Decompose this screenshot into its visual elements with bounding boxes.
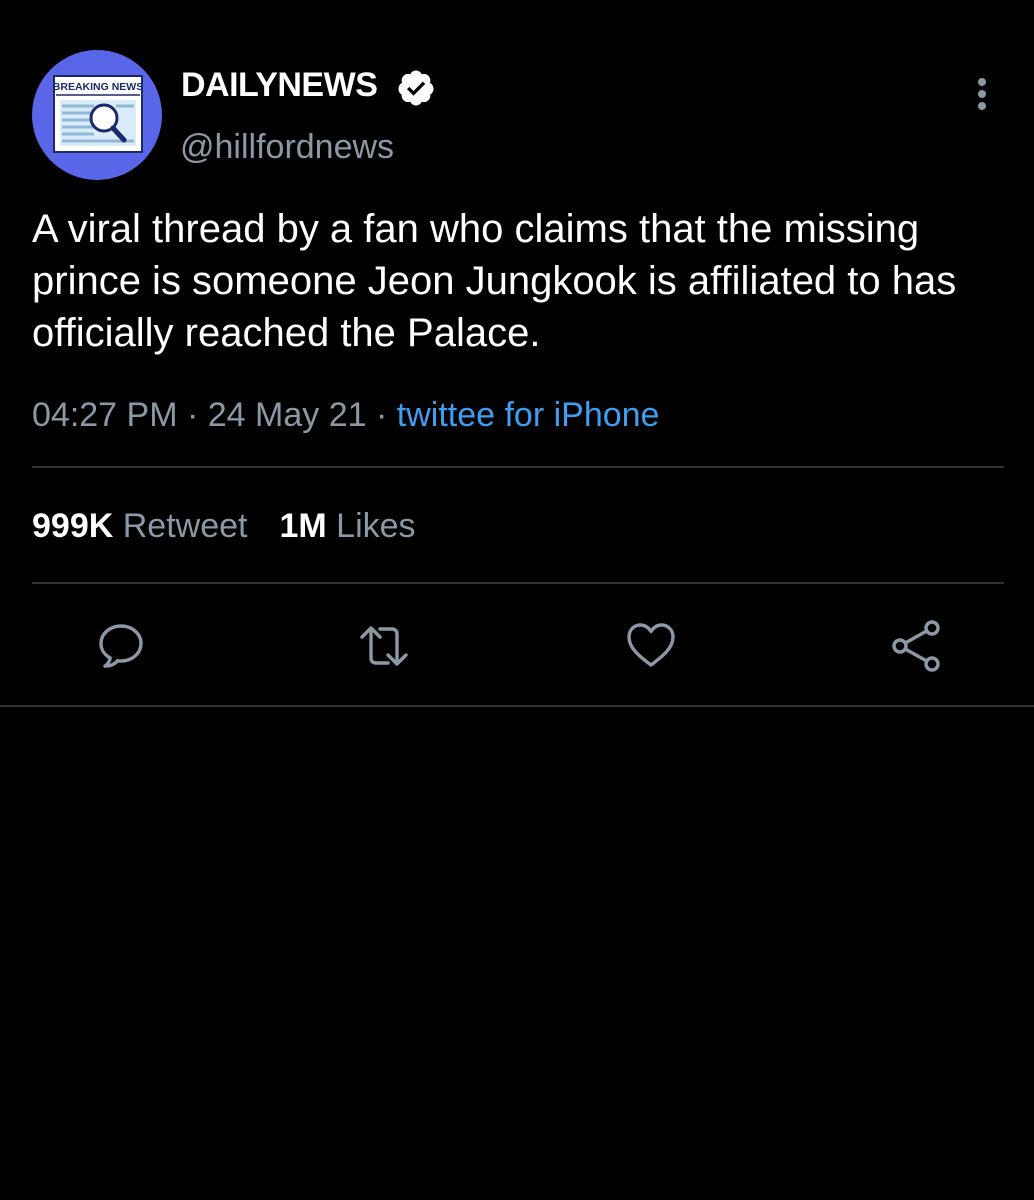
retweet-label: Retweet	[122, 507, 248, 545]
tweet-stats: 999K Retweet 1M Likes	[32, 507, 416, 546]
tweet-source-link[interactable]: twittee for iPhone	[397, 396, 660, 434]
newspaper-icon: BREAKING NEWS	[53, 75, 143, 153]
more-options-icon[interactable]	[968, 76, 996, 112]
retweet-icon[interactable]	[358, 620, 410, 672]
like-heart-icon[interactable]	[625, 620, 677, 672]
author-name[interactable]: DAILYNEWS	[181, 66, 378, 105]
action-bar	[0, 620, 1034, 674]
avatar[interactable]: BREAKING NEWS	[32, 50, 162, 180]
meta-separator: ·	[186, 396, 208, 434]
tweet-meta: 04:27 PM · 24 May 21 · twittee for iPhon…	[32, 396, 659, 435]
retweet-count: 999K	[32, 507, 114, 545]
tweet-text: A viral thread by a fan who claims that …	[32, 207, 957, 355]
tweet-date: 24 May 21	[207, 396, 367, 434]
likes-stat[interactable]: 1M Likes	[279, 507, 415, 545]
divider	[32, 466, 1004, 468]
share-icon[interactable]	[890, 620, 942, 672]
tweet-bottom-divider	[0, 705, 1034, 707]
meta-separator: ·	[375, 396, 397, 434]
avatar-label: BREAKING NEWS	[53, 81, 143, 93]
retweet-stat[interactable]: 999K Retweet	[32, 507, 247, 545]
likes-label: Likes	[336, 507, 416, 545]
divider	[32, 582, 1004, 584]
author-handle[interactable]: @hillfordnews	[180, 128, 394, 167]
likes-count: 1M	[279, 507, 327, 545]
tweet-card: BREAKING NEWS DAILYNEWS @hillfordnews A …	[0, 0, 1034, 707]
verified-badge-icon	[398, 70, 434, 106]
reply-icon[interactable]	[95, 620, 147, 672]
tweet-time: 04:27 PM	[32, 396, 178, 434]
